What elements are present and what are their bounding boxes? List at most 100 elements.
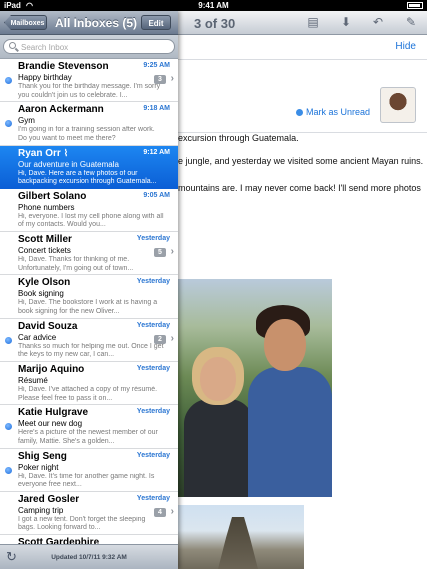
message-subject: Meet our new dog: [18, 419, 83, 429]
message-subject: Happy birthday: [18, 73, 72, 82]
unread-dot-icon: [5, 336, 12, 344]
message-subject: Book signing: [18, 289, 64, 299]
message-sender: Katie Hulgrave: [18, 407, 88, 418]
message-pane: 3 of 30 ▤ ⬇ ↶ ✎ Hide Mark as Unread excu…: [178, 11, 427, 569]
message-row[interactable]: Kyle Olson Yesterday Book signing Hi, Dave.…: [0, 275, 178, 319]
updated-status: Updated 10/7/11 9:32 AM: [51, 554, 127, 561]
sender-details: Mark as Unread: [178, 60, 427, 133]
message-counter: 3 of 30: [194, 16, 236, 31]
message-subject: Phone numbers: [18, 202, 75, 212]
message-row[interactable]: David Souza Yesterday Car advice Thanks so …: [0, 318, 178, 363]
chevron-right-icon: ›: [170, 73, 174, 84]
search-bar: [0, 35, 178, 59]
message-time: Yesterday: [136, 321, 170, 329]
search-input[interactable]: [21, 41, 171, 53]
message-row[interactable]: Ryan Orr ⌇ 9:12 AM Our adventure in Guatema…: [0, 145, 178, 189]
search-icon: [9, 42, 16, 49]
mark-as-unread-button[interactable]: Mark as Unread: [296, 107, 370, 117]
message-sender: Ryan Orr ⌇: [18, 148, 68, 159]
message-preview: Thanks so much for helping me out. Once …: [18, 342, 164, 359]
message-sender: Marijo Aquino: [18, 364, 84, 375]
message-row[interactable]: Scott Miller Yesterday Concert tickets Hi, …: [0, 232, 178, 276]
message-sender: Brandie Stevenson: [18, 61, 109, 72]
message-preview: Hi, Dave. Thanks for thinking of me. Unf…: [18, 256, 134, 272]
message-row[interactable]: Katie Hulgrave Yesterday Meet our new dog H…: [0, 405, 178, 449]
attachment-icon: ⌇: [63, 147, 69, 158]
inbox-title: All Inboxes (5): [55, 16, 138, 30]
message-body: excursion through Guatemala. e jungle, a…: [178, 133, 427, 214]
unread-dot-icon: [5, 466, 12, 474]
sender-name: Marijo Aquino: [18, 364, 85, 376]
hide-button[interactable]: Hide: [395, 41, 416, 52]
message-row[interactable]: Shig Seng Yesterday Poker night Hi, Dave. I…: [0, 448, 178, 492]
message-row[interactable]: Jared Gosler Yesterday Camping trip I got a…: [0, 491, 178, 536]
sender-name: Kyle Olson: [18, 277, 71, 289]
message-preview: Thank you for the birthday message. I'm …: [18, 83, 161, 99]
message-subject: Camping trip: [18, 505, 64, 515]
message-row[interactable]: Aaron Ackermann 9:18 AM Gym I'm going in fo…: [0, 102, 178, 146]
message-toolbar: 3 of 30 ▤ ⬇ ↶ ✎: [178, 11, 427, 35]
message-preview: Hi, Dave. Here are a few photos of our b…: [18, 169, 157, 186]
sender-name: Aaron Ackermann: [18, 104, 104, 116]
sender-name: Shig Seng: [18, 450, 67, 462]
message-row[interactable]: Gilbert Solano 9:05 AM Phone numbers Hi, ev…: [0, 188, 178, 233]
message-subject: Our adventure in Guatemala: [18, 159, 119, 169]
attached-photo-hikers[interactable]: [178, 279, 332, 497]
sender-name: Gilbert Solano: [18, 190, 87, 202]
message-subject: Car advice: [18, 332, 57, 342]
thread-count-badge: 4: [154, 507, 166, 517]
sender-name: Brandie Stevenson: [18, 61, 109, 72]
message-row[interactable]: Brandie Stevenson 9:25 AM Happy birthday Th…: [0, 59, 178, 103]
message-sender: Shig Seng: [18, 451, 67, 462]
compose-icon[interactable]: ✎: [403, 15, 419, 29]
thread-count-badge: 2: [154, 334, 166, 344]
message-subject: Concert tickets: [18, 246, 71, 256]
photo-detail: [264, 319, 306, 371]
body-line: excursion through Guatemala.: [178, 133, 299, 143]
search-field[interactable]: [3, 39, 175, 54]
message-time: Yesterday: [136, 235, 170, 243]
photo-detail: [248, 367, 332, 497]
status-bar: iPad ◠ 9:41 AM: [0, 0, 427, 11]
message-preview: Here's a picture of the newest member of…: [18, 429, 158, 445]
message-preview: Hi, Dave. I've attached a copy of my rés…: [18, 386, 158, 402]
header-row: Hide: [178, 35, 427, 60]
chevron-right-icon: ›: [170, 332, 174, 344]
message-sender: Kyle Olson: [18, 277, 70, 288]
message-subject: Résumé: [18, 376, 48, 386]
message-sender: Jared Gosler: [18, 494, 79, 505]
chevron-right-icon: ›: [170, 505, 174, 517]
message-list: Brandie Stevenson 9:25 AM Happy birthday Th…: [0, 59, 178, 569]
sender-name: Jared Gosler: [18, 493, 80, 505]
sender-name: Scott Miller: [18, 234, 72, 246]
message-time: Yesterday: [136, 365, 170, 373]
reply-icon[interactable]: ↶: [370, 15, 386, 29]
archive-icon[interactable]: ⬇: [338, 15, 354, 29]
battery-icon: [407, 2, 423, 9]
photo-detail: [218, 517, 258, 569]
message-preview: I got a new tent. Don't forget the sleep…: [18, 515, 146, 532]
message-time: Yesterday: [136, 278, 170, 286]
sender-name: David Souza: [18, 320, 78, 332]
message-subject: Gym: [18, 116, 35, 126]
mailboxes-back-button[interactable]: Mailboxes: [4, 15, 47, 30]
edit-button[interactable]: Edit: [141, 15, 171, 30]
sender-avatar: [380, 87, 416, 123]
message-time: 9:12 AM: [143, 148, 170, 156]
message-row[interactable]: Marijo Aquino Yesterday Résumé Hi, Dave. I'…: [0, 362, 178, 406]
message-sender: Scott Miller: [18, 234, 72, 245]
chevron-right-icon: ›: [170, 246, 174, 258]
message-preview: Hi, Dave. The bookstore I work at is hav…: [18, 299, 158, 315]
message-time: Yesterday: [136, 494, 170, 502]
message-time: 9:05 AM: [143, 191, 170, 199]
inbox-sidebar: Mailboxes All Inboxes (5) Edit Brandie S…: [0, 11, 178, 569]
folder-icon[interactable]: ▤: [305, 15, 321, 29]
thread-count-badge: 5: [154, 248, 166, 258]
inbox-bottom-bar: ↻ Updated 10/7/11 9:32 AM: [0, 544, 178, 569]
message-preview: I'm going in for a training session afte…: [18, 126, 155, 142]
message-time: 9:25 AM: [143, 62, 170, 69]
attached-photo-temple[interactable]: [178, 505, 304, 569]
unread-dot-icon: [5, 120, 12, 128]
message-preview: Hi, Dave. It's time for another game nig…: [18, 472, 155, 489]
message-sender: Aaron Ackermann: [18, 104, 104, 115]
